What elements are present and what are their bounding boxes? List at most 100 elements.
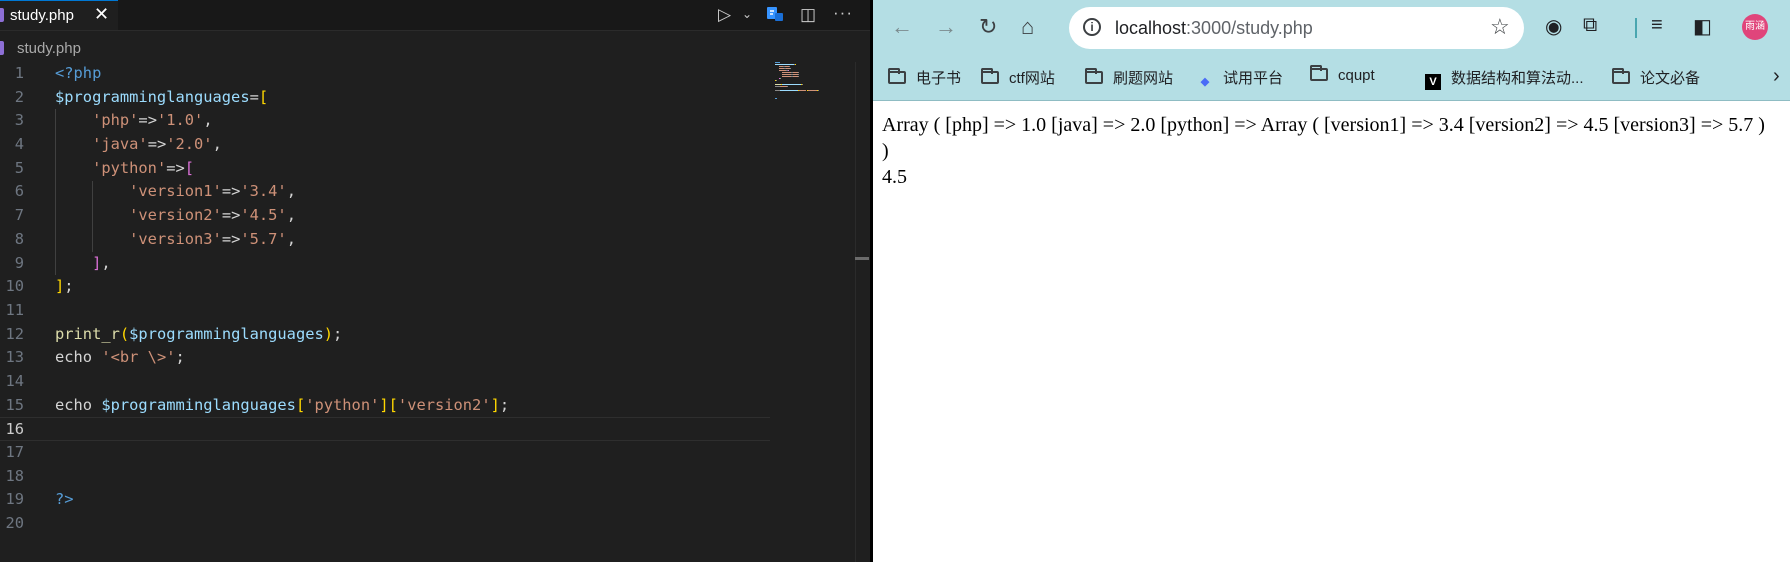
code-token: '1.0' (156, 111, 204, 130)
code-line[interactable]: 4 'java'=>'2.0', (0, 133, 770, 157)
code-token: 'python' (92, 158, 167, 177)
bookmark-ebooks[interactable]: 电子书 (888, 67, 961, 89)
code-line[interactable]: 9 ], (0, 252, 770, 276)
code-token: ( (119, 324, 130, 343)
extension-icon[interactable]: ◉ (1545, 14, 1562, 39)
run-icon[interactable]: ▷ (718, 5, 731, 25)
code-area[interactable]: 1 <?php 2 $programminglanguages=[3 'php'=>'… (0, 62, 770, 536)
chevron-down-icon[interactable]: ⌄ (742, 7, 752, 21)
line-number: 12 (5, 324, 24, 343)
code-token: ; (175, 348, 185, 367)
folder-icon (888, 68, 906, 84)
side-panel-icon[interactable]: ◧ (1693, 14, 1712, 39)
code-line[interactable]: 5 'python'=>[ (0, 157, 770, 181)
line-number: 14 (5, 371, 24, 390)
code-token: => (221, 229, 241, 248)
bookmark-trial-platform[interactable]: ◆ 试用平台 (1197, 67, 1283, 89)
bookmark-practice-sites[interactable]: 刷题网站 (1085, 67, 1173, 89)
code-text: ], (55, 252, 111, 276)
toolbar-separator (1635, 18, 1637, 38)
code-line[interactable]: 10]; (0, 275, 770, 299)
code-text: print_r($programminglanguages); (55, 323, 342, 347)
code-line[interactable]: 7 'version2'=>'4.5', (0, 204, 770, 228)
code-line[interactable]: 11 (0, 299, 770, 323)
code-token: $programminglanguages (101, 395, 296, 414)
code-text: 'php'=>'1.0', (55, 109, 213, 133)
code-token: $programminglanguages (55, 87, 250, 106)
bookmark-star-icon[interactable]: ☆ (1490, 14, 1510, 40)
extensions-puzzle-icon[interactable]: ⧉ (1583, 14, 1597, 37)
code-token: => (221, 182, 241, 201)
media-control-icon[interactable]: ≡ (1651, 14, 1663, 37)
code-token: , (212, 135, 222, 154)
code-line[interactable]: 12 print_r($programminglanguages); (0, 323, 770, 347)
remote-explorer-icon[interactable] (766, 5, 784, 28)
code-token: ] (379, 395, 389, 414)
code-token: => (221, 206, 241, 225)
code-token: 'version2' (397, 395, 491, 414)
code-line[interactable]: 3 'php'=>'1.0', (0, 109, 770, 133)
code-line[interactable]: 15 echo $programminglanguages['python']['… (0, 394, 770, 418)
code-token: '5.7' (240, 229, 287, 248)
print-r-output: Array ( [php] => 1.0 [java] => 2.0 [pyth… (882, 114, 1765, 162)
code-line[interactable]: 16 (0, 417, 770, 441)
reload-icon[interactable]: ↻ (979, 14, 997, 40)
page-content: Array ( [php] => 1.0 [java] => 2.0 [pyth… (882, 112, 1772, 190)
code-line[interactable]: 17 (0, 441, 770, 465)
diamond-icon: ◆ (1200, 76, 1210, 88)
tab-study-php[interactable]: study.php ✕ (0, 0, 118, 30)
code-line[interactable]: 20 (0, 512, 770, 536)
forward-icon[interactable]: → (935, 14, 957, 40)
code-token: echo (55, 348, 102, 367)
browser-window: ← → ↻ ⌂ i localhost:3000/study.php ☆ ◉ ⧉… (873, 0, 1790, 562)
close-icon[interactable]: ✕ (94, 4, 109, 25)
code-line[interactable]: 19 ?> (0, 488, 770, 512)
minimap-line (797, 74, 799, 75)
site-info-icon[interactable]: i (1083, 18, 1101, 36)
avatar[interactable]: 雨涵 (1742, 14, 1768, 40)
address-bar[interactable]: i localhost:3000/study.php ☆ (1069, 7, 1524, 49)
code-token: , (203, 111, 213, 130)
code-text: 'java'=>'2.0', (55, 133, 222, 157)
bookmark-label: 数据结构和算法动... (1451, 70, 1584, 87)
split-editor-icon[interactable]: ◫ (800, 5, 816, 25)
code-token: , (101, 253, 111, 272)
code-line[interactable]: 18 (0, 465, 770, 489)
code-line[interactable]: 2 $programminglanguages=[ (0, 86, 770, 110)
code-line[interactable]: 6 'version1'=>'3.4', (0, 180, 770, 204)
minimap-line (775, 98, 777, 99)
code-line[interactable]: 14 (0, 370, 770, 394)
code-token: , (286, 206, 296, 225)
more-actions-icon[interactable]: ··· (833, 3, 853, 23)
code-token: ; (333, 324, 343, 343)
code-token: 'python' (305, 395, 380, 414)
bookmark-data-structures[interactable]: V 数据结构和算法动... (1425, 67, 1584, 90)
line-number: 10 (5, 277, 24, 296)
minimap-line (782, 76, 792, 77)
minimap-line (779, 86, 787, 87)
bookmark-ctf-sites[interactable]: ctf网站 (981, 67, 1055, 89)
home-icon[interactable]: ⌂ (1021, 14, 1034, 40)
code-token: => (147, 135, 167, 154)
bookmark-cqupt[interactable]: cqupt (1310, 65, 1375, 89)
bookmark-paper-essentials[interactable]: 论文必备 (1612, 67, 1700, 89)
line-number: 6 (14, 182, 24, 201)
code-line[interactable]: 13 echo '<br \>'; (0, 346, 770, 370)
scrollbar-thumb[interactable] (855, 257, 869, 260)
chevron-right-icon[interactable]: › (1773, 65, 1780, 88)
minimap[interactable] (775, 62, 830, 122)
minimap-line (797, 72, 799, 73)
back-icon[interactable]: ← (891, 14, 913, 40)
vertical-scrollbar[interactable] (855, 62, 870, 562)
code-line[interactable]: 1 <?php (0, 62, 770, 86)
code-text: 'python'=>[ (55, 157, 194, 181)
url-text[interactable]: localhost:3000/study.php (1115, 18, 1313, 39)
minimap-line (775, 80, 777, 81)
url-host: localhost (1115, 18, 1187, 38)
code-text: ]; (55, 275, 74, 299)
code-line[interactable]: 8 'version3'=>'5.7', (0, 228, 770, 252)
breadcrumb-file[interactable]: study.php (17, 40, 81, 57)
line-number: 8 (14, 229, 24, 248)
folder-icon (1085, 68, 1103, 84)
